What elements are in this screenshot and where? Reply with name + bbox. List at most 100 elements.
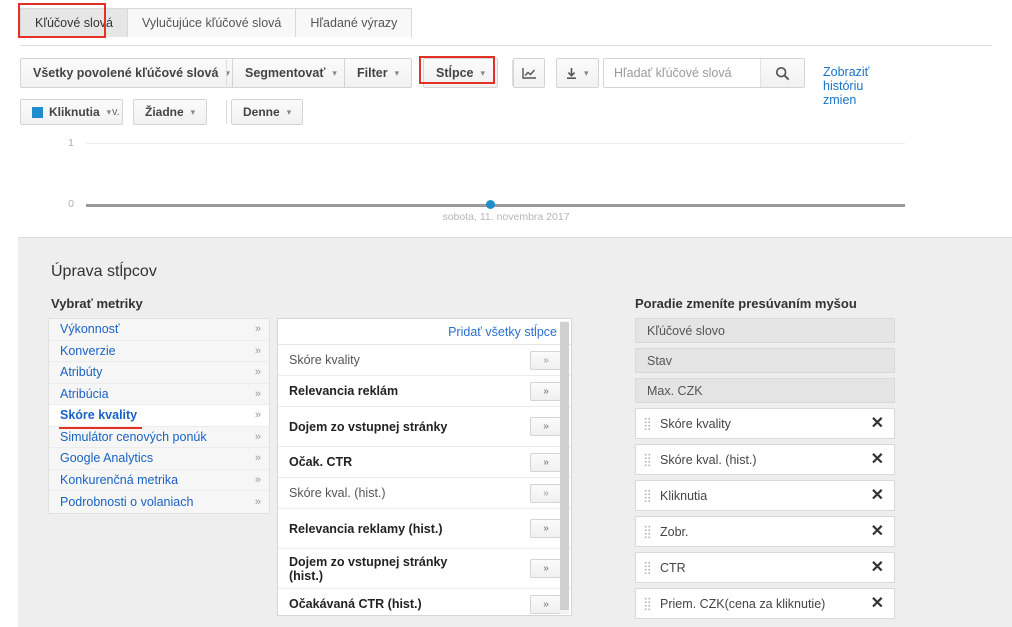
chevron-right-icon: » <box>254 495 261 508</box>
remove-column-icon[interactable]: ✕ <box>865 523 884 540</box>
add-metric-button[interactable]: » <box>530 483 561 503</box>
category-label: Atribúcia <box>60 386 109 401</box>
metric-row[interactable]: Skóre kvality » <box>278 345 571 376</box>
metric-label: Očak. CTR <box>289 455 353 469</box>
drag-handle-icon[interactable] <box>644 453 651 466</box>
category-atribucia[interactable]: Atribúcia » <box>49 383 269 405</box>
add-metric-button[interactable]: » <box>530 594 561 614</box>
chevron-down-icon: ▾ <box>190 106 196 117</box>
metric-label: Dojem zo vstupnej stránky (hist.) <box>289 554 448 583</box>
tab-search-terms[interactable]: Hľadané výrazy <box>295 8 413 37</box>
metric-row[interactable]: Relevancia reklamy (hist.) » <box>278 509 571 549</box>
tab-negative-keywords-label: Vylučujúce kľúčové slová <box>142 16 282 30</box>
chevron-right-icon: » <box>254 366 261 379</box>
add-metric-button[interactable]: » <box>530 350 561 370</box>
add-metric-button[interactable]: » <box>530 452 561 472</box>
chevron-down-icon: ▾ <box>394 67 400 78</box>
remove-column-icon[interactable]: ✕ <box>865 487 884 504</box>
compare-metric-button[interactable]: Žiadne ▾ <box>133 99 208 125</box>
order-item-label: Kľúčové slovo <box>647 323 725 338</box>
add-metric-button[interactable]: » <box>530 417 561 436</box>
toolbar-divider-3 <box>226 100 227 124</box>
metric-selector-label: Kliknutia <box>49 105 100 119</box>
category-simulator-cenovych-ponuk[interactable]: Simulátor cenových ponúk » <box>49 426 269 448</box>
remove-column-icon[interactable]: ✕ <box>865 559 884 576</box>
add-metric-button[interactable]: » <box>530 381 561 401</box>
drag-handle-icon[interactable] <box>644 417 651 430</box>
metric-list-scrollbar-thumb[interactable] <box>560 322 569 610</box>
category-label: Simulátor cenových ponúk <box>60 429 207 444</box>
chevron-down-icon: ▾ <box>480 67 486 78</box>
drag-handle-icon[interactable] <box>644 597 651 610</box>
category-google-analytics[interactable]: Google Analytics » <box>49 448 269 470</box>
order-item-label: Zobr. <box>660 524 689 539</box>
filter-button[interactable]: Filter ▾ <box>344 58 413 88</box>
category-konkurencna-metrika[interactable]: Konkurenčná metrika » <box>49 469 269 491</box>
chevron-right-icon: » <box>254 452 261 465</box>
drag-handle-icon[interactable] <box>644 489 651 502</box>
tab-keywords[interactable]: Kľúčové slová <box>20 8 128 37</box>
remove-column-icon[interactable]: ✕ <box>865 415 884 432</box>
tab-keywords-label: Kľúčové slová <box>35 16 113 30</box>
metric-label: Skóre kvality <box>289 353 360 367</box>
chevron-right-icon: » <box>254 430 261 443</box>
category-label: Google Analytics <box>60 451 154 466</box>
metric-label: Relevancia reklamy (hist.) <box>289 521 443 536</box>
chevron-down-icon: ▾ <box>332 67 337 78</box>
order-item[interactable]: Kliknutia ✕ <box>635 480 895 511</box>
chevron-right-icon: » <box>254 344 261 357</box>
columns-button[interactable]: Stĺpce ▾ <box>423 58 499 88</box>
chevron-down-icon: ▾ <box>106 106 112 117</box>
segment-button[interactable]: Segmentovať ▾ <box>232 58 350 88</box>
remove-column-icon[interactable]: ✕ <box>865 451 884 468</box>
chart-data-point[interactable] <box>486 200 495 209</box>
metric-list-header: Pridať všetky stĺpce <box>278 319 571 345</box>
download-button[interactable]: ▾ <box>556 58 599 88</box>
select-metrics-heading: Vybrať metriky <box>51 296 143 311</box>
all-enabled-keywords-label: Všetky povolené kľúčové slová <box>33 66 219 80</box>
segment-label: Segmentovať <box>245 66 326 80</box>
category-podrobnosti-o-volaniach[interactable]: Podrobnosti o volaniach » <box>49 491 269 513</box>
series-color-swatch <box>32 106 43 118</box>
metric-row[interactable]: Očak. CTR » <box>278 447 571 478</box>
search-button[interactable] <box>760 59 804 87</box>
add-metric-button[interactable]: » <box>530 519 561 538</box>
metric-row[interactable]: Očakávaná CTR (hist.) » <box>278 589 571 615</box>
metric-row[interactable]: Dojem zo vstupnej stránky (hist.) » <box>278 549 571 589</box>
chevron-down-icon: ▾ <box>286 106 292 117</box>
search-input[interactable] <box>604 59 760 87</box>
chevron-right-icon: » <box>254 409 261 422</box>
category-atributy[interactable]: Atribúty » <box>49 362 269 384</box>
add-metric-button[interactable]: » <box>530 559 561 578</box>
order-item[interactable]: Zobr. ✕ <box>635 516 895 547</box>
add-all-columns-link[interactable]: Pridať všetky stĺpce <box>448 325 557 339</box>
metric-row[interactable]: Skóre kval. (hist.) » <box>278 478 571 509</box>
drag-handle-icon[interactable] <box>644 561 651 574</box>
metric-category-list: Výkonnosť » Konverzie » Atribúty » Atrib… <box>48 318 270 514</box>
chart-toggle-button[interactable] <box>513 58 545 88</box>
order-item-label: Skóre kvality <box>660 416 731 431</box>
tab-negative-keywords[interactable]: Vylučujúce kľúčové slová <box>127 8 297 37</box>
change-history-link[interactable]: Zobraziť históriu zmien <box>823 65 869 107</box>
category-label: Konkurenčná metrika <box>60 472 179 487</box>
chevron-right-icon: » <box>254 387 261 400</box>
category-vykonnost[interactable]: Výkonnosť » <box>49 319 269 341</box>
remove-column-icon[interactable]: ✕ <box>865 595 884 612</box>
granularity-button[interactable]: Denne ▾ <box>231 99 304 125</box>
order-item[interactable]: CTR ✕ <box>635 552 895 583</box>
category-skore-kvality[interactable]: Skóre kvality » <box>49 405 269 427</box>
metric-selector-button[interactable]: Kliknutia ▾ <box>20 99 124 125</box>
category-konverzie[interactable]: Konverzie » <box>49 340 269 362</box>
metric-row[interactable]: Dojem zo vstupnej stránky » <box>278 407 571 447</box>
all-enabled-keywords-button[interactable]: Všetky povolené kľúčové slová ▾ <box>20 58 243 88</box>
order-item[interactable]: Priem. CZK(cena za kliknutie) ✕ <box>635 588 895 619</box>
drag-handle-icon[interactable] <box>644 525 651 538</box>
metric-row[interactable]: Relevancia reklám » <box>278 376 571 407</box>
order-item-label: Stav <box>647 353 673 368</box>
toolbar-divider-1 <box>226 60 227 86</box>
order-item[interactable]: Skóre kval. (hist.) ✕ <box>635 444 895 475</box>
versus-label: v. <box>112 106 120 118</box>
search-box <box>603 58 805 88</box>
filter-label: Filter <box>357 66 388 80</box>
order-item[interactable]: Skóre kvality ✕ <box>635 408 895 439</box>
